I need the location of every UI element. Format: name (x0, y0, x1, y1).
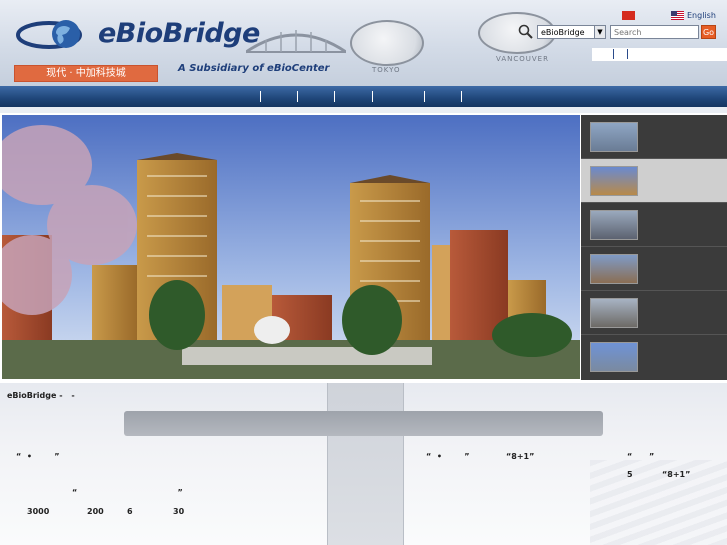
thumbnail-item[interactable] (581, 335, 727, 379)
bridge-illustration-icon (246, 30, 346, 54)
thumbnail-strip (581, 115, 727, 380)
nav-separator (372, 91, 373, 102)
thumbnail-item[interactable] (581, 291, 727, 335)
link-divider (613, 49, 614, 59)
thumbnail-item-active[interactable] (581, 159, 727, 203)
right-quote-2: “ ” (627, 452, 655, 461)
stat-30: 30 (173, 507, 185, 516)
section-header-bar (124, 411, 603, 436)
thumbnail-item[interactable] (581, 115, 727, 159)
right-stat-5: 5 (627, 470, 633, 479)
brand-name[interactable]: eBioBridge (98, 18, 260, 49)
thumbnail-image[interactable] (590, 166, 638, 196)
nav-separator (424, 91, 425, 102)
tokyo-clock-icon (350, 20, 424, 66)
top-links (592, 48, 727, 61)
thumbnail-image[interactable] (590, 122, 638, 152)
subsidiary-tagline: A Subsidiary of eBioCenter (178, 63, 330, 74)
globe-logo-icon (16, 20, 82, 49)
right-quote-8plus1-b: “8+1” (662, 470, 691, 479)
chevron-down-icon[interactable]: ▼ (594, 25, 606, 39)
main-navigation (0, 86, 727, 107)
nav-separator (334, 91, 335, 102)
nav-separator (297, 91, 298, 102)
hero-image[interactable] (2, 115, 580, 379)
vancouver-label: VANCOUVER (496, 55, 549, 63)
stat-6: 6 (127, 507, 133, 516)
link-divider (627, 49, 628, 59)
search-go-button[interactable]: Go (701, 25, 716, 39)
thumbnail-item[interactable] (581, 247, 727, 291)
thumbnail-image[interactable] (590, 210, 638, 240)
site-name-dash: - (71, 391, 75, 400)
us-flag-icon[interactable] (671, 11, 684, 20)
nav-separator (260, 91, 261, 102)
stat-200: 200 (87, 507, 104, 516)
left-quote-2: “ ” (72, 488, 183, 497)
nav-underline (0, 107, 727, 113)
left-quote-1: “ • ” (16, 452, 60, 461)
site-name: eBioBridge - (7, 391, 63, 400)
slogan-badge: 现代 · 中加科技城 (14, 65, 158, 82)
thumbnail-image[interactable] (590, 298, 638, 328)
right-quote-8plus1: “8+1” (506, 452, 535, 461)
center-divider-column (327, 383, 404, 545)
stat-3000: 3000 (27, 507, 50, 516)
right-quote-1: “ • ” (426, 452, 470, 461)
search-input[interactable] (610, 25, 699, 39)
thumbnail-image[interactable] (590, 254, 638, 284)
chinese-flag-icon[interactable] (622, 11, 635, 20)
background-decoration (590, 460, 727, 545)
magnifier-icon (518, 24, 533, 39)
thumbnail-image[interactable] (590, 342, 638, 372)
site-header: eBioBridge 现代 · 中加科技城 A Subsidiary of eB… (0, 0, 727, 86)
site-name-heading: eBioBridge - - (7, 391, 75, 400)
english-link[interactable]: English (687, 11, 716, 20)
nav-separator (461, 91, 462, 102)
thumbnail-item[interactable] (581, 203, 727, 247)
tokyo-label: TOKYO (372, 66, 401, 74)
